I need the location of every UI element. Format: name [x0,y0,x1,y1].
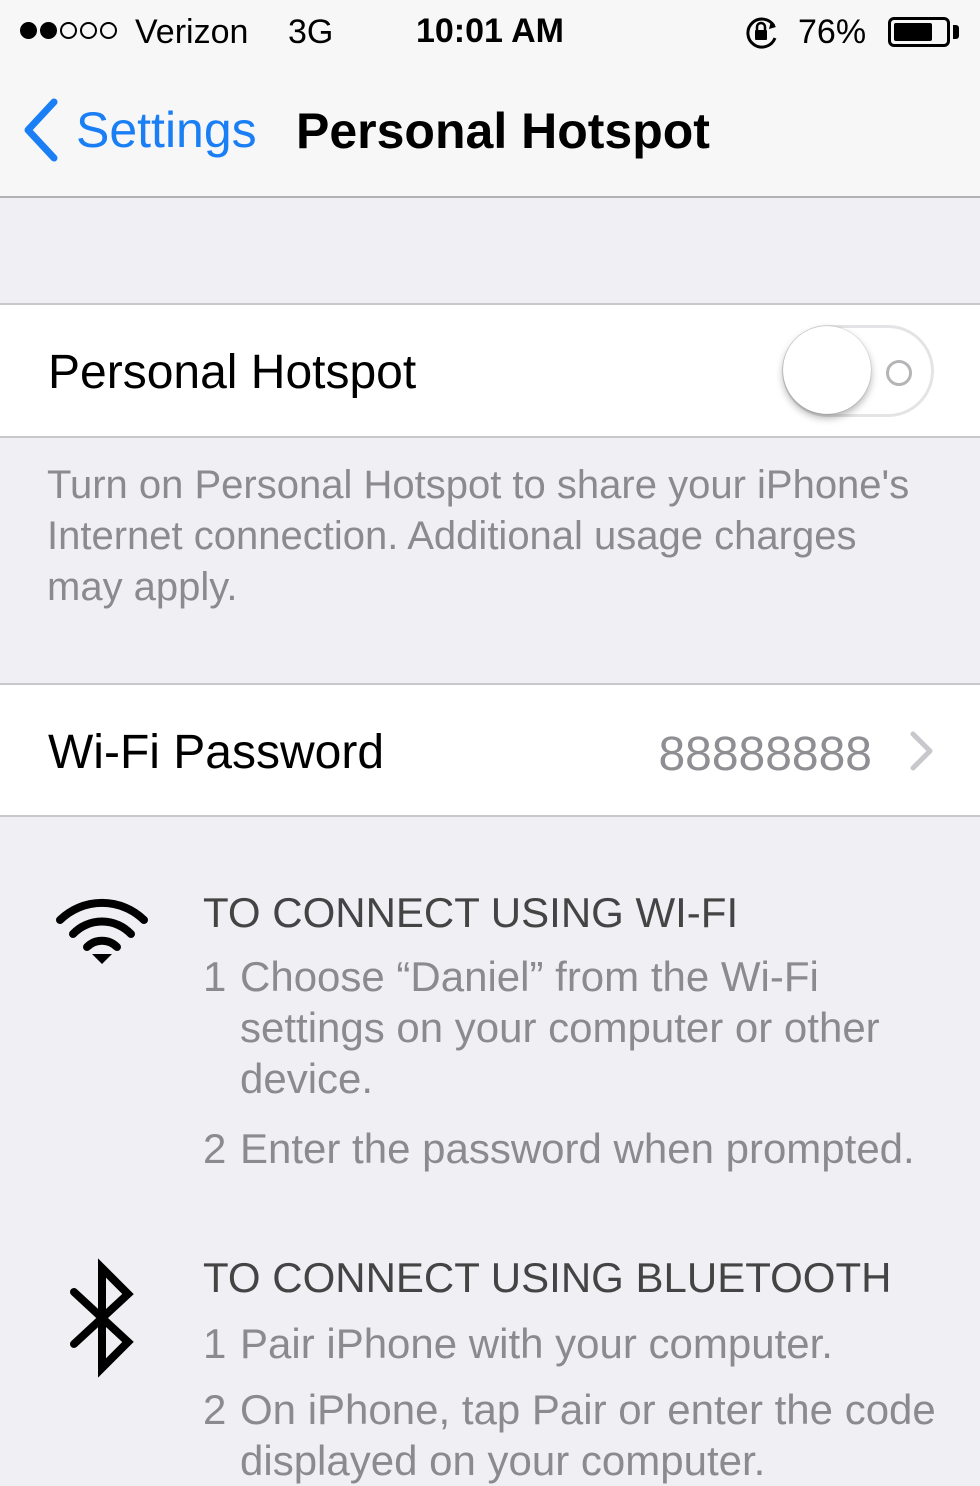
bluetooth-step: 2 On iPhone, tap Pair or enter the code … [203,1384,973,1486]
step-text: Choose “Daniel” from the Wi-Fi settings … [240,953,880,1102]
personal-hotspot-row: Personal Hotspot [0,303,980,438]
step-number: 2 [203,1125,227,1172]
step-text: On iPhone, tap Pair or enter the code di… [240,1386,936,1484]
wifi-step: 1 Choose “Daniel” from the Wi-Fi setting… [203,951,973,1104]
orientation-lock-icon [744,16,782,59]
step-text: Pair iPhone with your computer. [240,1320,833,1367]
battery-icon [888,17,950,47]
bluetooth-step: 1 Pair iPhone with your computer. [203,1318,973,1369]
personal-hotspot-toggle[interactable] [782,325,934,417]
battery-fill [894,23,932,41]
toggle-off-indicator [886,360,912,386]
bluetooth-instructions-heading: TO CONNECT USING BLUETOOTH [203,1254,892,1301]
personal-hotspot-label: Personal Hotspot [48,346,417,399]
bluetooth-icon [66,1258,138,1383]
step-text: Enter the password when prompted. [240,1125,915,1172]
wifi-step: 2 Enter the password when prompted. [203,1123,973,1174]
chevron-right-icon [910,731,933,771]
hotspot-footer-note: Turn on Personal Hotspot to share your i… [47,463,910,609]
step-number: 1 [203,953,227,1000]
wifi-password-row[interactable]: Wi-Fi Password 88888888 [0,683,980,817]
navigation-bar: Settings Personal Hotspot [0,64,980,198]
back-button[interactable]: Settings [20,94,257,166]
back-button-label: Settings [76,102,257,158]
page-title: Personal Hotspot [296,103,710,159]
wifi-password-label: Wi-Fi Password [48,726,385,779]
wifi-password-value: 88888888 [658,728,872,781]
battery-tip [953,25,959,39]
chevron-left-icon [24,98,58,162]
battery-percentage: 76% [798,13,867,51]
wifi-instructions-heading: TO CONNECT USING WI-FI [203,889,739,936]
toggle-knob[interactable] [783,326,871,414]
status-bar: Verizon 3G 10:01 AM 76% [0,0,980,64]
step-number: 1 [203,1320,227,1367]
wifi-icon [56,896,148,971]
step-number: 2 [203,1386,227,1433]
